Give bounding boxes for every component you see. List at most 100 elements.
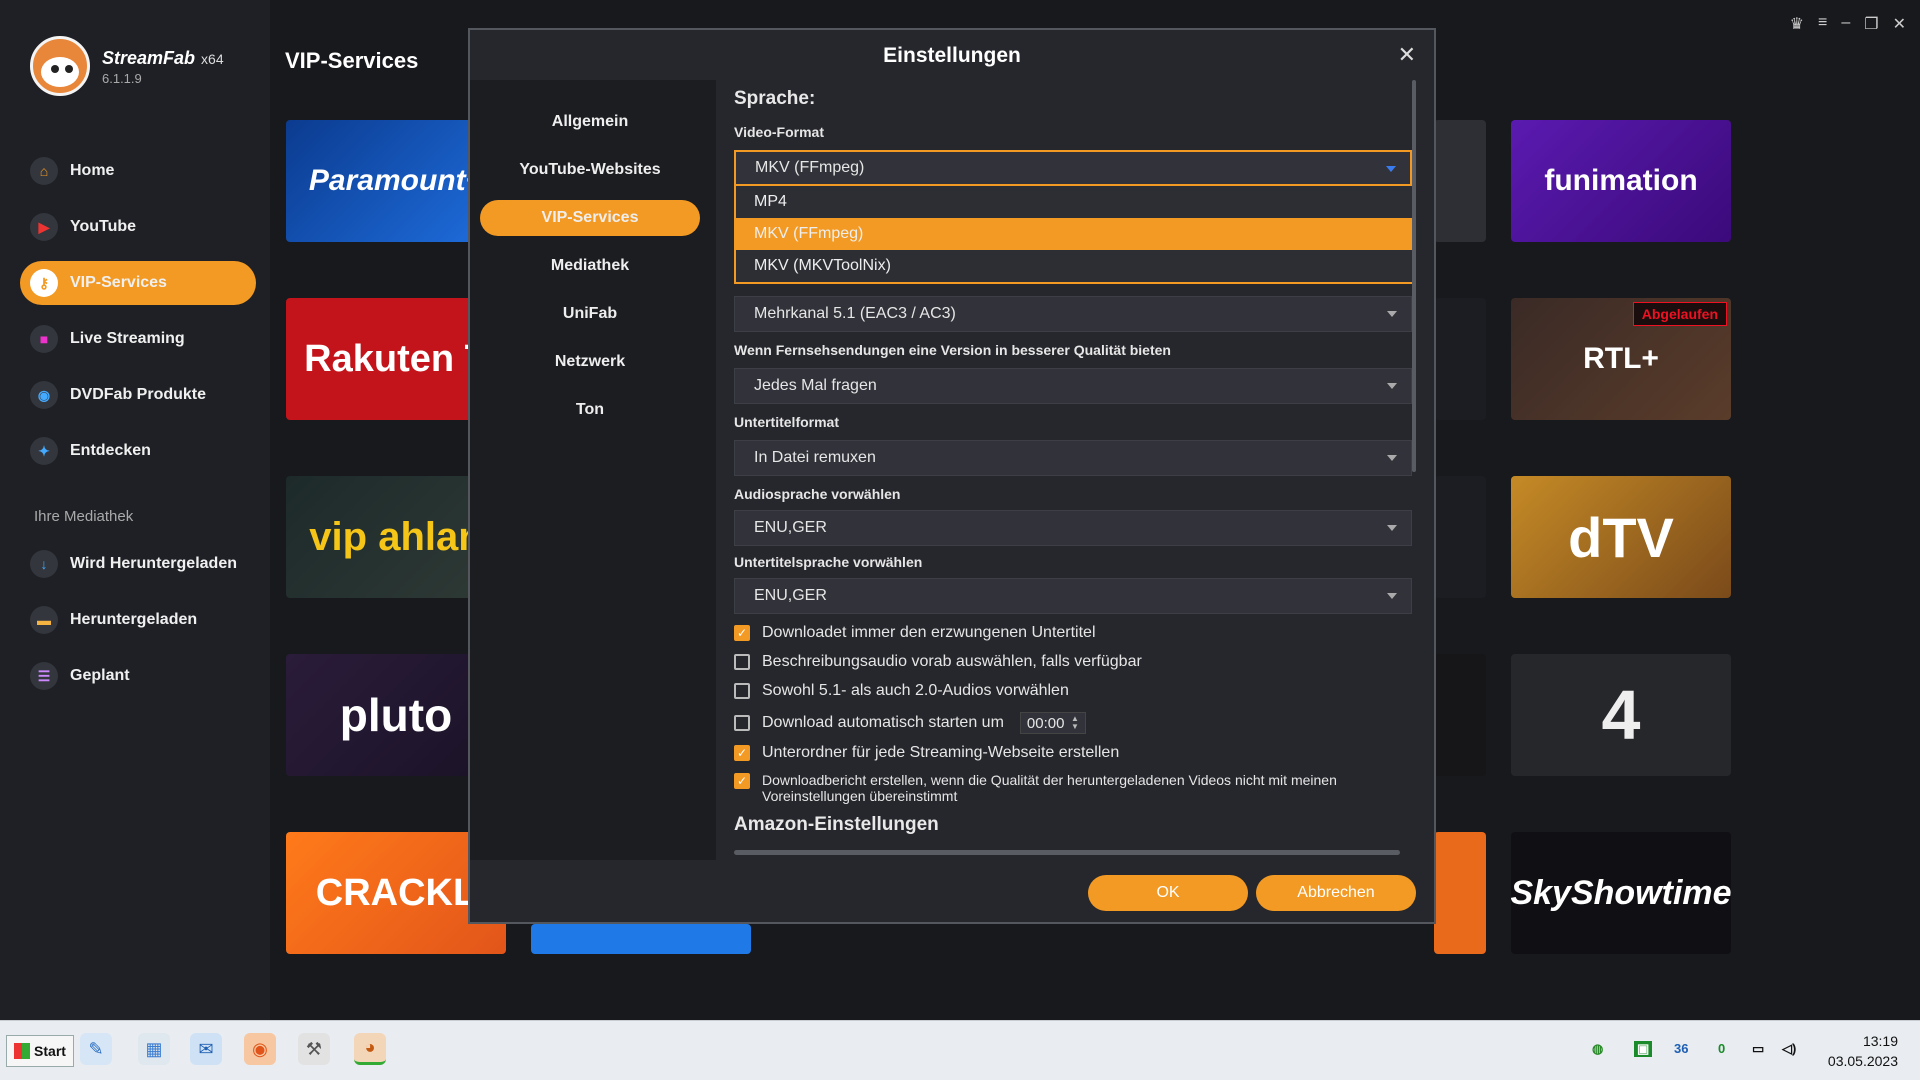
- library-section-label: Ihre Mediathek: [34, 508, 134, 525]
- option-mkv-mkvtoolnix[interactable]: MKV (MKVToolNix): [736, 250, 1414, 282]
- compass-icon: ✦: [30, 437, 58, 465]
- close-window-icon[interactable]: ✕: [1893, 14, 1906, 34]
- audio-language-label: Audiosprache vorwählen: [734, 486, 901, 502]
- tray-counter-0[interactable]: 0: [1718, 1041, 1725, 1056]
- app-tray-icon[interactable]: ▣: [1634, 1041, 1653, 1057]
- settings-body: Sprache: Video-Format MKV (FFmpeg) MP4 M…: [734, 80, 1424, 860]
- tile-partial-5[interactable]: [1434, 832, 1486, 954]
- tile-partial-2[interactable]: [1434, 298, 1486, 420]
- tile-skyshowtime[interactable]: SkyShowtime: [1511, 832, 1731, 954]
- section-language: Sprache:: [734, 88, 816, 109]
- vertical-scrollbar[interactable]: [1412, 80, 1416, 472]
- tile-channel4[interactable]: 4: [1511, 654, 1731, 776]
- tile-partial-4[interactable]: [1434, 654, 1486, 776]
- checkbox-description-audio[interactable]: Beschreibungsaudio vorab auswählen, fall…: [734, 653, 1414, 671]
- section-amazon: Amazon-Einstellungen: [734, 814, 939, 835]
- checkbox[interactable]: ✓: [734, 745, 750, 761]
- checkbox-download-report[interactable]: ✓ Downloadbericht erstellen, wenn die Qua…: [734, 772, 1414, 804]
- tile-partial-3[interactable]: [1434, 476, 1486, 598]
- checkbox-forced-subtitles[interactable]: ✓ Downloadet immer den erzwungenen Untert…: [734, 624, 1414, 642]
- checkbox[interactable]: [734, 683, 750, 699]
- streamfab-taskbar-icon[interactable]: ◕: [354, 1033, 386, 1065]
- dvdfab-icon: ◉: [30, 381, 58, 409]
- key-icon: ⚷: [30, 269, 58, 297]
- dialog-title: Einstellungen: [883, 44, 1021, 67]
- sidebar-item-dvdfab[interactable]: ◉ DVDFab Produkte: [20, 373, 256, 417]
- close-icon[interactable]: ✕: [1398, 42, 1416, 68]
- sidebar-item-youtube[interactable]: ▶ YouTube: [20, 205, 256, 249]
- option-mkv-ffmpeg[interactable]: MKV (FFmpeg): [736, 218, 1414, 250]
- settings-tab-youtube[interactable]: YouTube-Websites: [480, 152, 700, 188]
- sidebar-item-home[interactable]: ⌂ Home: [20, 149, 256, 193]
- subtitle-language-select[interactable]: ENU,GER: [734, 578, 1412, 614]
- option-mp4[interactable]: MP4: [736, 186, 1414, 218]
- windows-flag-icon: [14, 1043, 31, 1059]
- home-icon: ⌂: [30, 157, 58, 185]
- subtitle-format-label: Untertitelformat: [734, 414, 840, 430]
- sidebar-item-live-streaming[interactable]: ■ Live Streaming: [20, 317, 256, 361]
- time-spinner[interactable]: 00:00 ▲ ▼: [1019, 712, 1086, 734]
- start-button[interactable]: Start: [6, 1035, 74, 1067]
- youtube-icon: ▶: [30, 213, 58, 241]
- settings-tab-allgemein[interactable]: Allgemein: [480, 104, 700, 140]
- explorer-icon[interactable]: ▦: [138, 1033, 170, 1065]
- checkbox[interactable]: [734, 715, 750, 731]
- folder-icon: ▬: [30, 606, 58, 634]
- tile-partial-1[interactable]: [1434, 120, 1486, 242]
- cancel-button[interactable]: Abbrechen: [1256, 875, 1416, 911]
- horizontal-scrollbar[interactable]: [734, 850, 1400, 855]
- volume-icon[interactable]: ◁): [1782, 1041, 1796, 1057]
- monitor-icon[interactable]: ▭: [1752, 1041, 1764, 1057]
- firefox-icon[interactable]: ◉: [244, 1033, 276, 1065]
- settings-tab-ton[interactable]: Ton: [480, 392, 700, 428]
- spinner-arrows-icon[interactable]: ▲ ▼: [1071, 715, 1079, 731]
- sidebar-item-downloading[interactable]: ↓ Wird Heruntergeladen: [20, 542, 256, 586]
- checkbox-51-and-20-audio[interactable]: Sowohl 5.1- als auch 2.0-Audios vorwähle…: [734, 682, 1414, 700]
- taskbar: Start ✎ ▦ ✉ ◉ ⚒ ◕ ◍ ▣ 36 0 ▭ ◁) 13:19 03…: [0, 1020, 1920, 1080]
- chevron-down-icon: [1387, 383, 1397, 389]
- ok-button[interactable]: OK: [1088, 875, 1248, 911]
- notepad-icon[interactable]: ✎: [80, 1033, 112, 1065]
- window-controls: ♛ ≡ – ❐ ✕: [1790, 14, 1906, 34]
- subtitle-format-select[interactable]: In Datei remuxen: [734, 440, 1412, 476]
- settings-tab-unifab[interactable]: UniFab: [480, 296, 700, 332]
- clock[interactable]: 13:19 03.05.2023: [1828, 1031, 1898, 1071]
- better-quality-select[interactable]: Jedes Mal fragen: [734, 368, 1412, 404]
- network-globe-icon[interactable]: ◍: [1592, 1041, 1603, 1057]
- app-name: StreamFab x64: [102, 48, 224, 68]
- settings-tab-netzwerk[interactable]: Netzwerk: [480, 344, 700, 380]
- audio-language-select[interactable]: ENU,GER: [734, 510, 1412, 546]
- chevron-down-icon: [1387, 593, 1397, 599]
- tray-counter-36[interactable]: 36: [1674, 1041, 1688, 1056]
- tools-icon[interactable]: ⚒: [298, 1033, 330, 1065]
- thunderbird-icon[interactable]: ✉: [190, 1033, 222, 1065]
- tile-dtv[interactable]: dTV: [1511, 476, 1731, 598]
- tile-funimation[interactable]: funimation: [1511, 120, 1731, 242]
- sidebar: StreamFab x64 6.1.1.9 ⌂ Home ▶ YouTube ⚷ VIP…: [0, 0, 270, 1020]
- shirt-icon[interactable]: ♛: [1790, 14, 1804, 34]
- app-window: StreamFab x64 6.1.1.9 ⌂ Home ▶ YouTube ⚷ VIP…: [0, 0, 1920, 1020]
- streamfab-logo: [30, 36, 90, 96]
- settings-tab-mediathek[interactable]: Mediathek: [480, 248, 700, 284]
- menu-icon[interactable]: ≡: [1818, 14, 1827, 34]
- settings-tab-vip-services[interactable]: VIP-Services: [480, 200, 700, 236]
- settings-dialog: Einstellungen ✕ Allgemein YouTube-Websit…: [468, 28, 1436, 924]
- camera-icon: ■: [30, 325, 58, 353]
- minimize-icon[interactable]: –: [1841, 14, 1850, 34]
- sidebar-item-scheduled[interactable]: ☰ Geplant: [20, 654, 256, 698]
- video-format-select[interactable]: MKV (FFmpeg): [734, 150, 1412, 186]
- checkbox-subfolder[interactable]: ✓ Unterordner für jede Streaming-Webseite…: [734, 744, 1414, 762]
- download-icon: ↓: [30, 550, 58, 578]
- checkbox-auto-start[interactable]: Download automatisch starten um 00:00 ▲ ▼: [734, 712, 1414, 734]
- checkbox[interactable]: ✓: [734, 625, 750, 641]
- sidebar-item-entdecken[interactable]: ✦ Entdecken: [20, 429, 256, 473]
- sidebar-item-vip-services[interactable]: ⚷ VIP-Services: [20, 261, 256, 305]
- audio-channels-select[interactable]: Mehrkanal 5.1 (EAC3 / AC3): [734, 296, 1412, 332]
- checkbox[interactable]: ✓: [734, 773, 750, 789]
- tile-partial-bottom[interactable]: [531, 924, 751, 954]
- maximize-icon[interactable]: ❐: [1864, 14, 1878, 34]
- checkbox[interactable]: [734, 654, 750, 670]
- tile-rtl-plus[interactable]: RTL+ Abgelaufen: [1511, 298, 1731, 420]
- sidebar-item-downloaded[interactable]: ▬ Heruntergeladen: [20, 598, 256, 642]
- better-quality-label: Wenn Fernsehsendungen eine Version in be…: [734, 342, 1171, 358]
